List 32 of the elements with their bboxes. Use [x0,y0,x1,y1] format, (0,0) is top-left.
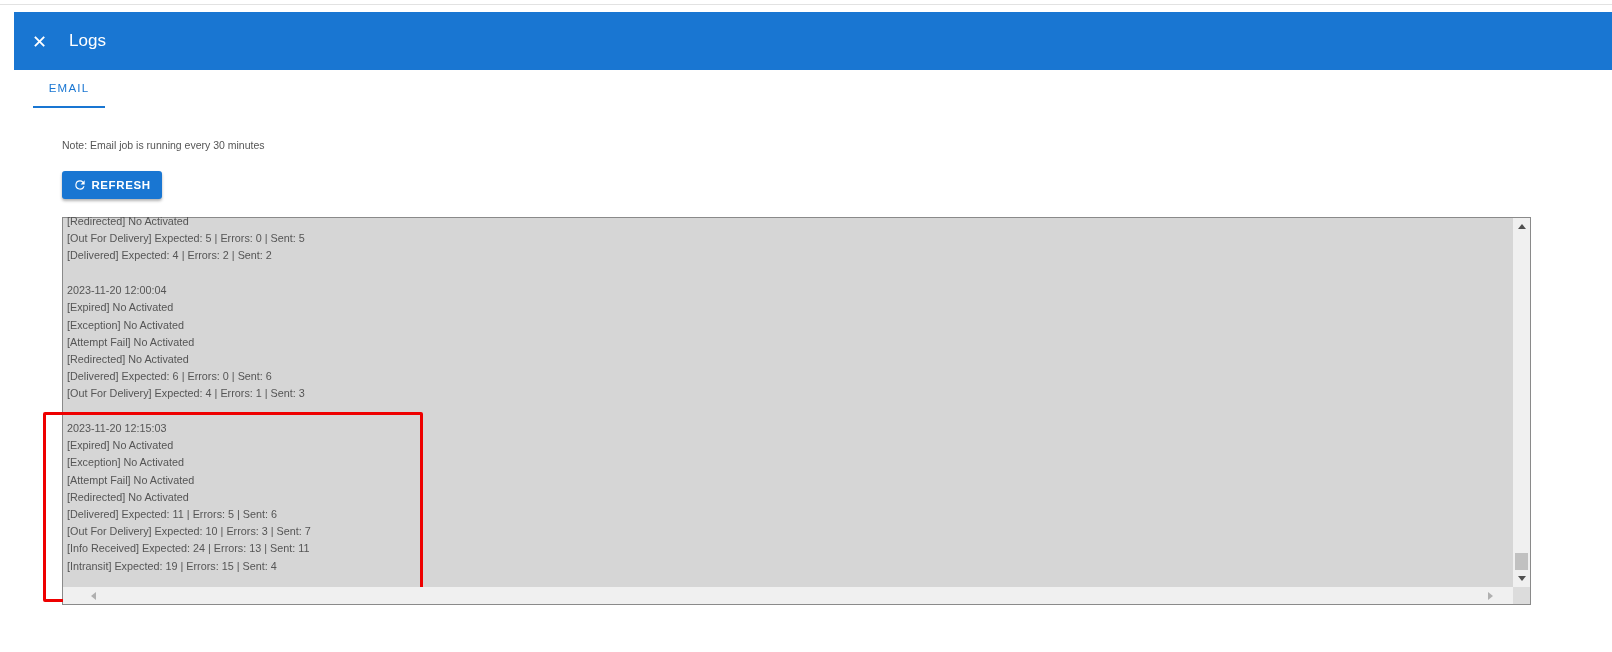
log-line: 2023-11-20 12:00:04 [67,283,168,299]
note-text: Note: Email job is running every 30 minutes [62,139,266,151]
log-line: [Out For Delivery] Expected: 10 | Errors: 3 | Sent: 7 [67,524,311,540]
scroll-left-icon[interactable] [91,591,96,600]
log-line: [Exception] No Activated [67,317,186,333]
log-line: [Exception] No Activated [67,455,186,471]
log-line: [Attempt Fail] No Activated [67,472,196,488]
log-line: [Expired] No Activated [67,300,175,316]
horizontal-scrollbar[interactable] [63,587,1513,604]
scroll-right-icon[interactable] [1488,591,1493,600]
log-line: [Redirected] No Activated [67,351,190,367]
log-line: [Out For Delivery] Expected: 4 | Errors: 1 | Sent: 3 [67,386,306,402]
log-line: [Out For Delivery] Expected: 5 | Errors: 0 | Sent: 5 [67,231,306,247]
log-line: [Delivered] Expected: 6 | Errors: 0 | Sent: 6 [67,369,273,385]
log-line: [Redirected] No Activated [67,489,190,505]
refresh-icon [73,178,88,192]
log-line: [Info Received] Expected: 24 | Errors: 13 | Sent: 11 [67,541,311,557]
scroll-thumb[interactable] [1515,553,1528,570]
log-line: [Intransit] Expected: 19 | Errors: 15 | Sent: 4 [67,558,278,574]
scroll-down-icon[interactable] [1517,576,1526,581]
log-line: [Redirected] No Activated [67,214,190,229]
scroll-up-icon[interactable] [1517,224,1526,229]
tab[interactable]: EMAIL [33,70,105,108]
vertical-scrollbar[interactable] [1513,218,1530,587]
log-line: [Delivered] Expected: 4 | Errors: 2 | Sent: 2 [67,248,273,264]
refresh-button[interactable]: REFRESH [62,171,162,199]
close-button[interactable]: ✕ [28,30,52,52]
log-line: [Expired] No Activated [67,438,175,454]
log-line: [Attempt Fail] No Activated [67,334,196,350]
dialog-title: Logs [69,31,106,51]
log-line: 2023-11-20 12:15:03 [67,421,168,437]
log-line: [Delivered] Expected: 11 | Errors: 5 | Sent: 6 [67,507,279,523]
